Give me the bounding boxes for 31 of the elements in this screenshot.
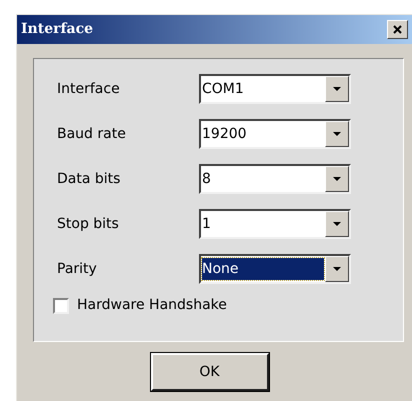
dropdown-value: 1: [202, 215, 212, 234]
caret-icon: [333, 177, 341, 181]
dropdown-value: 19200: [202, 125, 248, 144]
dropdown[interactable]: COM1: [199, 74, 351, 104]
caret-icon: [333, 132, 341, 136]
field-label: Interface: [57, 80, 121, 98]
field-label: Stop bits: [57, 214, 120, 234]
caret-icon: [333, 222, 341, 226]
caret-icon: [333, 87, 341, 91]
ok-button[interactable]: OK: [150, 353, 268, 391]
dropdown-value: None: [202, 258, 324, 280]
dropdown[interactable]: None: [199, 254, 351, 284]
dropdown-button[interactable]: [325, 256, 349, 282]
dropdown[interactable]: 8: [199, 164, 351, 194]
dropdown-button[interactable]: [325, 76, 349, 102]
dropdown-button[interactable]: [325, 121, 349, 147]
dropdown-value: 8: [202, 170, 212, 189]
dropdown-button[interactable]: [325, 166, 349, 192]
field-label: Data bits: [57, 170, 122, 188]
dropdown-value: COM1: [202, 80, 245, 99]
checkbox[interactable]: [53, 298, 69, 314]
checkbox-label: Hardware Handshake: [77, 296, 227, 315]
close-button[interactable]: [387, 20, 408, 39]
dropdown-button[interactable]: [325, 211, 349, 237]
window-title: Interface: [21, 20, 94, 39]
caret-icon: [333, 267, 341, 271]
dropdown[interactable]: 1: [199, 209, 351, 239]
dropdown[interactable]: 19200: [199, 119, 351, 149]
field-label: Baud rate: [57, 124, 127, 144]
close-icon: [393, 25, 402, 34]
field-label: Parity: [57, 260, 98, 278]
